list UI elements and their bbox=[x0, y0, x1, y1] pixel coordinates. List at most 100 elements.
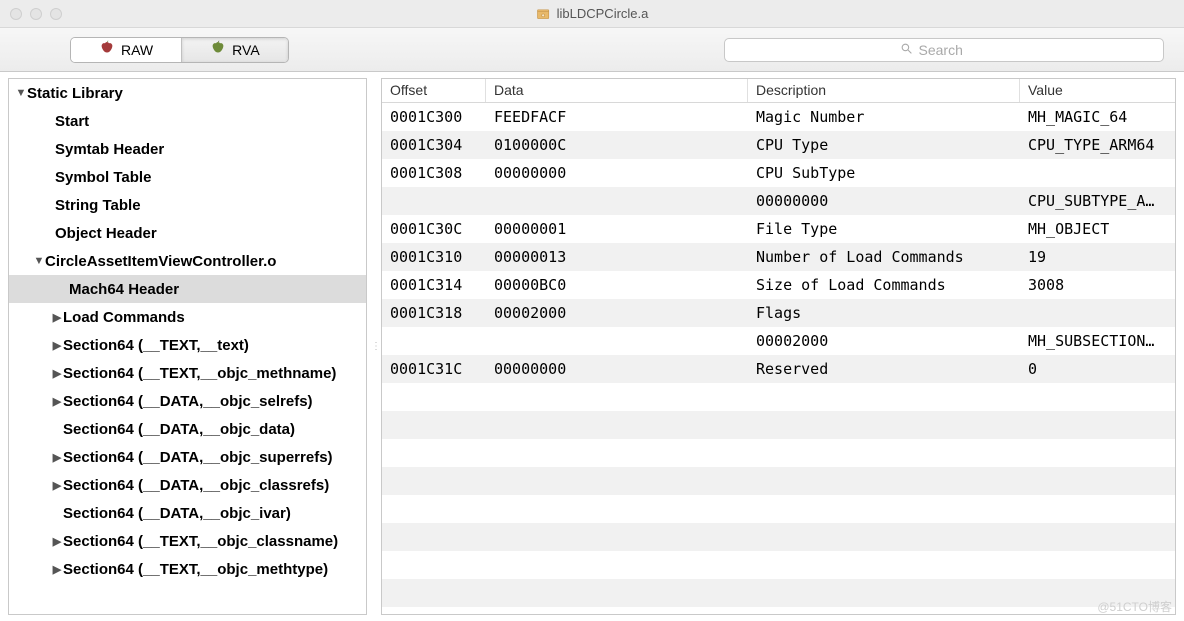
sidebar-item[interactable]: ▶Load Commands bbox=[9, 303, 366, 331]
search-field[interactable] bbox=[724, 38, 1164, 62]
table-row bbox=[382, 495, 1175, 523]
table-row[interactable]: 0001C31800002000Flags bbox=[382, 299, 1175, 327]
sidebar-item-label: Start bbox=[55, 113, 89, 130]
sidebar-item-label: Section64 (__TEXT,__text) bbox=[63, 337, 249, 354]
cell-value: CPU_SUBTYPE_A… bbox=[1020, 192, 1175, 210]
table-row bbox=[382, 551, 1175, 579]
disclosure-right-icon[interactable]: ▶ bbox=[51, 563, 63, 576]
sidebar-item[interactable]: Symbol Table bbox=[9, 163, 366, 191]
sidebar-item[interactable]: ▼CircleAssetItemViewController.o bbox=[9, 247, 366, 275]
table-row[interactable]: 0001C30C00000001File TypeMH_OBJECT bbox=[382, 215, 1175, 243]
detail-table: Offset Data Description Value 0001C300FE… bbox=[381, 78, 1176, 615]
sidebar-item[interactable]: ▶Section64 (__DATA,__objc_selrefs) bbox=[9, 387, 366, 415]
sidebar-item[interactable]: ▶Section64 (__DATA,__objc_superrefs) bbox=[9, 443, 366, 471]
table-body: 0001C300FEEDFACFMagic NumberMH_MAGIC_640… bbox=[382, 103, 1175, 607]
table-row[interactable]: 0001C31000000013Number of Load Commands1… bbox=[382, 243, 1175, 271]
disclosure-right-icon[interactable]: ▶ bbox=[51, 479, 63, 492]
disclosure-right-icon[interactable]: ▶ bbox=[51, 395, 63, 408]
watermark: @51CTO博客 bbox=[1097, 598, 1172, 615]
disclosure-right-icon[interactable]: ▶ bbox=[51, 451, 63, 464]
sidebar-item-label: Section64 (__DATA,__objc_data) bbox=[63, 421, 295, 438]
sidebar-item-label: Load Commands bbox=[63, 309, 185, 326]
disclosure-down-icon[interactable]: ▼ bbox=[15, 87, 27, 99]
sidebar-item-label: Section64 (__DATA,__objc_superrefs) bbox=[63, 449, 333, 466]
zoom-icon[interactable] bbox=[50, 8, 62, 20]
window-title-group: libLDCPCircle.a bbox=[536, 6, 649, 21]
cell-desc: CPU Type bbox=[748, 136, 1020, 154]
raw-rva-segment[interactable]: RAW RVA bbox=[70, 37, 289, 63]
toolbar: RAW RVA bbox=[0, 28, 1184, 72]
th-data[interactable]: Data bbox=[486, 79, 748, 102]
sidebar-item-label: Mach64 Header bbox=[69, 281, 179, 298]
table-row[interactable]: 0001C3040100000CCPU TypeCPU_TYPE_ARM64 bbox=[382, 131, 1175, 159]
archive-file-icon bbox=[536, 6, 551, 21]
cell-desc: Number of Load Commands bbox=[748, 248, 1020, 266]
sidebar-item-label: String Table bbox=[55, 197, 141, 214]
cell-desc: Magic Number bbox=[748, 108, 1020, 126]
table-row bbox=[382, 467, 1175, 495]
sidebar-item[interactable]: ▶Section64 (__TEXT,__objc_methname) bbox=[9, 359, 366, 387]
table-row[interactable]: 0001C31C00000000Reserved0 bbox=[382, 355, 1175, 383]
cell-data: 00000013 bbox=[486, 248, 748, 266]
sidebar-item-label: Section64 (__DATA,__objc_ivar) bbox=[63, 505, 291, 522]
sidebar-item[interactable]: ▶Section64 (__TEXT,__objc_classname) bbox=[9, 527, 366, 555]
table-row bbox=[382, 411, 1175, 439]
sidebar-item-label: Symtab Header bbox=[55, 141, 164, 158]
window-title: libLDCPCircle.a bbox=[557, 6, 649, 21]
cell-desc: Flags bbox=[748, 304, 1020, 322]
sidebar-item[interactable]: String Table bbox=[9, 191, 366, 219]
disclosure-right-icon[interactable]: ▶ bbox=[51, 311, 63, 324]
search-icon bbox=[900, 42, 913, 58]
cell-offset: 0001C308 bbox=[382, 164, 486, 182]
cell-value: CPU_TYPE_ARM64 bbox=[1020, 136, 1175, 154]
cell-data: 00000000 bbox=[486, 360, 748, 378]
th-offset[interactable]: Offset bbox=[382, 79, 486, 102]
seg-raw-label: RAW bbox=[121, 42, 153, 58]
apple-icon bbox=[99, 40, 115, 59]
cell-value: MH_OBJECT bbox=[1020, 220, 1175, 238]
sidebar-item[interactable]: ▶Section64 (__TEXT,__objc_methtype) bbox=[9, 555, 366, 583]
minimize-icon[interactable] bbox=[30, 8, 42, 20]
table-row bbox=[382, 523, 1175, 551]
cell-offset: 0001C300 bbox=[382, 108, 486, 126]
th-value[interactable]: Value bbox=[1020, 79, 1175, 102]
table-row[interactable]: 0001C300FEEDFACFMagic NumberMH_MAGIC_64 bbox=[382, 103, 1175, 131]
sidebar-item[interactable]: Symtab Header bbox=[9, 135, 366, 163]
sidebar-item-label: CircleAssetItemViewController.o bbox=[45, 253, 276, 270]
sidebar-item[interactable]: ▶Section64 (__TEXT,__text) bbox=[9, 331, 366, 359]
cell-desc: CPU SubType bbox=[748, 164, 1020, 182]
sidebar-item[interactable]: Section64 (__DATA,__objc_ivar) bbox=[9, 499, 366, 527]
table-row[interactable]: 00000000CPU_SUBTYPE_A… bbox=[382, 187, 1175, 215]
disclosure-right-icon[interactable]: ▶ bbox=[51, 535, 63, 548]
sidebar-item-label: Section64 (__DATA,__objc_selrefs) bbox=[63, 393, 313, 410]
seg-raw-button[interactable]: RAW bbox=[71, 38, 181, 62]
sidebar-item-label: Section64 (__TEXT,__objc_classname) bbox=[63, 533, 338, 550]
sidebar-tree[interactable]: ▼Static Library Start Symtab Header Symbol … bbox=[8, 78, 367, 615]
sidebar-item[interactable]: ▼Static Library bbox=[9, 79, 366, 107]
disclosure-down-icon[interactable]: ▼ bbox=[33, 255, 45, 267]
sidebar-item-label: Object Header bbox=[55, 225, 157, 242]
cell-desc: 00000000 bbox=[748, 192, 1020, 210]
seg-rva-button[interactable]: RVA bbox=[181, 38, 288, 62]
sidebar-item-label: Section64 (__DATA,__objc_classrefs) bbox=[63, 477, 329, 494]
sidebar-item[interactable]: ▶Section64 (__DATA,__objc_classrefs) bbox=[9, 471, 366, 499]
disclosure-right-icon[interactable]: ▶ bbox=[51, 367, 63, 380]
th-desc[interactable]: Description bbox=[748, 79, 1020, 102]
search-input[interactable] bbox=[919, 42, 989, 58]
sidebar-item[interactable]: Mach64 Header bbox=[9, 275, 366, 303]
table-row bbox=[382, 383, 1175, 411]
sidebar-item[interactable]: Object Header bbox=[9, 219, 366, 247]
table-row[interactable]: 00002000MH_SUBSECTION… bbox=[382, 327, 1175, 355]
close-icon[interactable] bbox=[10, 8, 22, 20]
cell-desc: 00002000 bbox=[748, 332, 1020, 350]
cell-value: 19 bbox=[1020, 248, 1175, 266]
disclosure-right-icon[interactable]: ▶ bbox=[51, 339, 63, 352]
sidebar-item[interactable]: Section64 (__DATA,__objc_data) bbox=[9, 415, 366, 443]
cell-data: 00000BC0 bbox=[486, 276, 748, 294]
sidebar-item[interactable]: Start bbox=[9, 107, 366, 135]
table-row[interactable]: 0001C31400000BC0Size of Load Commands300… bbox=[382, 271, 1175, 299]
table-row[interactable]: 0001C30800000000CPU SubType bbox=[382, 159, 1175, 187]
cell-data: 00000001 bbox=[486, 220, 748, 238]
split-drag-handle[interactable]: ⋮ bbox=[371, 72, 381, 621]
cell-offset: 0001C310 bbox=[382, 248, 486, 266]
